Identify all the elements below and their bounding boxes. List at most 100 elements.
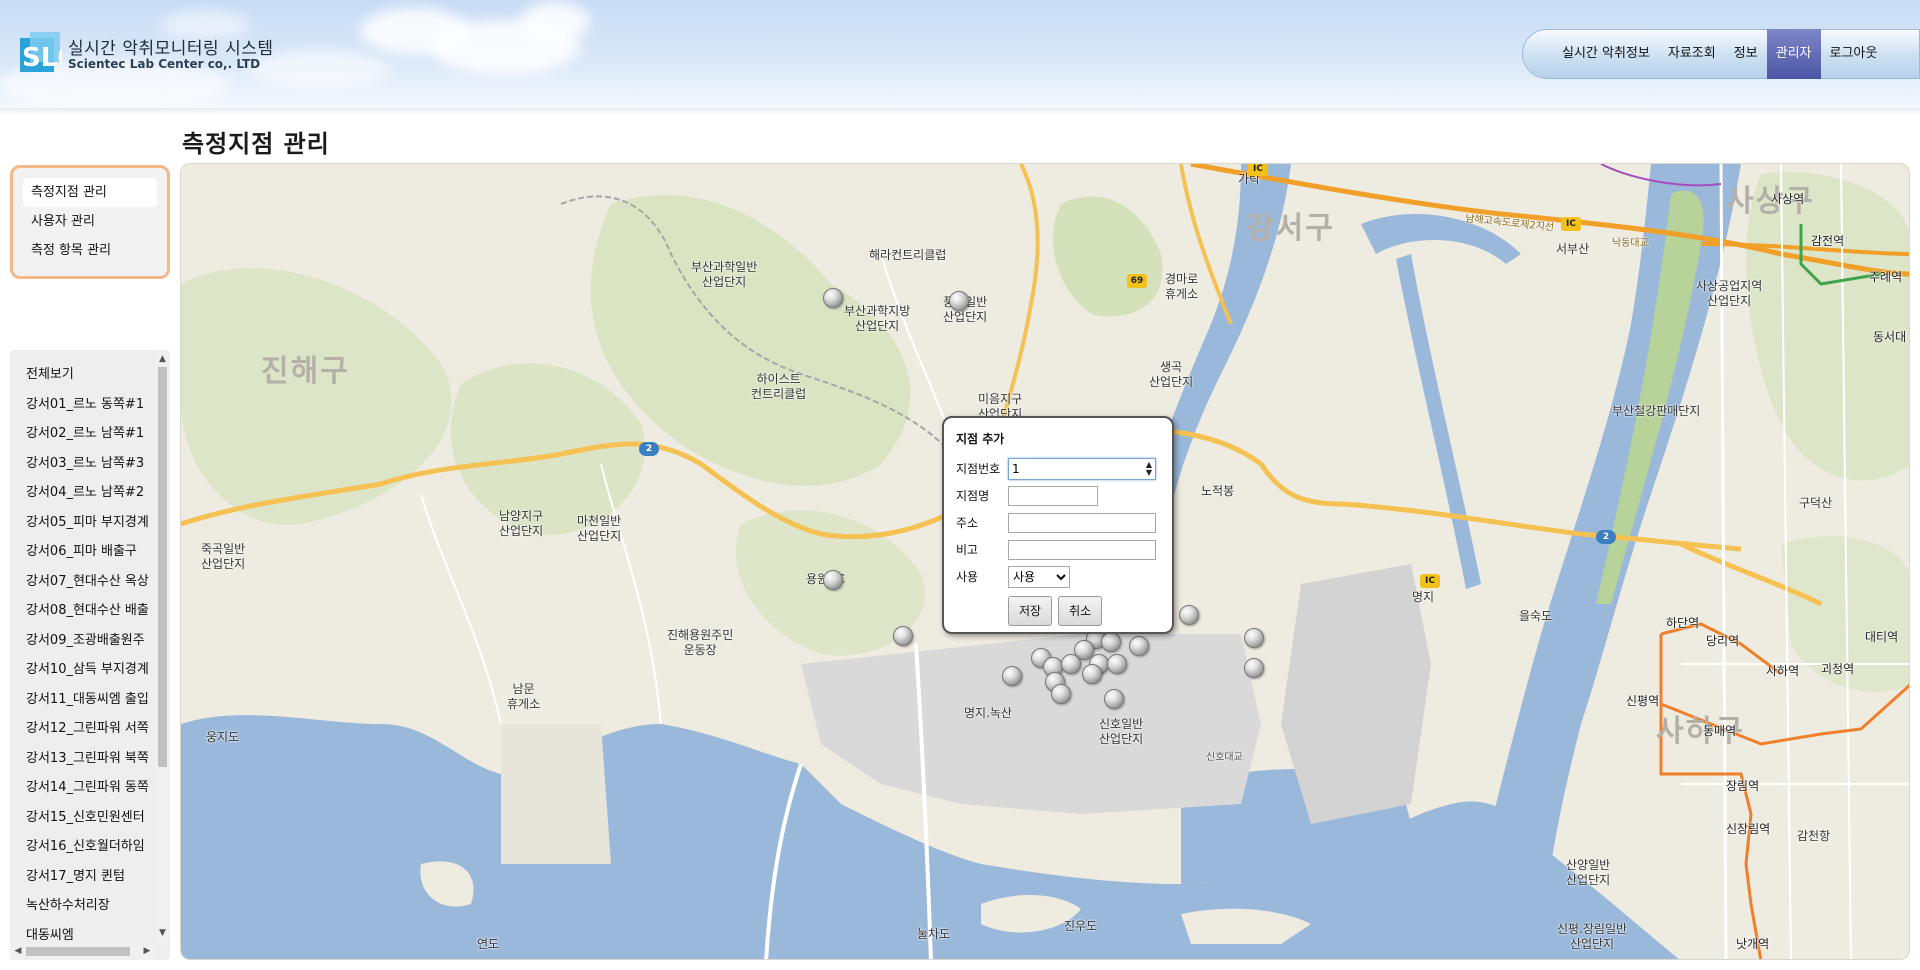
vscroll-thumb[interactable] xyxy=(158,367,167,767)
label-seobusan: 서부산 xyxy=(1556,242,1590,256)
station-marker[interactable] xyxy=(1002,666,1022,686)
station-item[interactable]: 강서02_르노 남쪽#1 xyxy=(10,419,154,449)
label-yeondo: 연도 xyxy=(477,937,500,951)
scroll-up-icon[interactable]: ▲ xyxy=(157,352,168,366)
station-item[interactable]: 강서13_그린파워 북쪽 xyxy=(10,744,154,774)
label-sanyang: 산양일반 산업단지 xyxy=(1566,858,1611,887)
station-sasang: 사상역 xyxy=(1771,192,1805,206)
station-no-input[interactable] xyxy=(1009,459,1135,478)
label-gudeoksan: 구덕산 xyxy=(1799,496,1833,510)
nav-info[interactable]: 정보 xyxy=(1725,29,1767,79)
label-gamcheon: 감천항 xyxy=(1797,829,1831,843)
address-label: 주소 xyxy=(956,516,979,530)
nav-data-query[interactable]: 자료조회 xyxy=(1659,29,1725,79)
label-haera-cc: 해라컨트리클럽 xyxy=(869,248,947,262)
station-item[interactable]: 강서16_신호월더하임 xyxy=(10,832,154,862)
station-marker[interactable] xyxy=(1244,658,1264,678)
station-marker[interactable] xyxy=(1179,605,1199,625)
station-name-input[interactable] xyxy=(1008,485,1098,506)
station-list-vscrollbar[interactable]: ▲ ▼ xyxy=(155,350,170,943)
station-goejeong: 괴정역 xyxy=(1821,662,1855,676)
station-marker[interactable] xyxy=(1082,664,1102,684)
station-item[interactable]: 강서03_르노 남쪽#3 xyxy=(10,449,154,479)
station-item[interactable]: 강서01_르노 동쪽#1 xyxy=(10,390,154,420)
label-gyeongma: 경마로 휴게소 xyxy=(1165,272,1199,301)
station-jangrim: 장림역 xyxy=(1726,779,1760,793)
menu-station-management[interactable]: 측정지점 관리 xyxy=(23,178,157,207)
station-item[interactable]: 강서14_그린파워 동쪽 xyxy=(10,773,154,803)
label-namyang: 남양지구 산업단지 xyxy=(499,509,544,538)
scroll-right-icon[interactable]: ▶ xyxy=(140,945,154,958)
address-input[interactable] xyxy=(1008,512,1156,533)
top-navigation: 실시간 악취정보 자료조회 정보 관리자 로그아웃 xyxy=(1522,29,1920,79)
save-button[interactable]: 저장 xyxy=(1008,596,1053,626)
app-subtitle: Scientec Lab Center co,. LTD xyxy=(68,57,261,71)
station-item[interactable]: 강서04_르노 남쪽#2 xyxy=(10,478,154,508)
route-2-sign-icon: 2 xyxy=(639,442,659,456)
header-divider xyxy=(0,108,1920,114)
station-marker[interactable] xyxy=(893,626,913,646)
route-2-sign-icon: 2 xyxy=(1596,530,1616,544)
label-myeongji-noksan: 명지.녹산 xyxy=(964,706,1012,720)
station-list-hscrollbar[interactable]: ◀ ▶ xyxy=(10,943,155,960)
station-marker[interactable] xyxy=(823,288,843,308)
label-saenggok: 생곡 산업단지 xyxy=(1149,360,1194,389)
station-natgae: 낫개역 xyxy=(1736,937,1770,951)
nav-realtime-odor[interactable]: 실시간 악취정보 xyxy=(1553,29,1659,79)
label-ungjido: 웅지도 xyxy=(206,730,240,744)
station-marker[interactable] xyxy=(1107,654,1127,674)
nav-logout[interactable]: 로그아웃 xyxy=(1821,29,1887,79)
app-title: 실시간 악취모니터링 시스템 xyxy=(68,39,274,59)
label-nojeokbong: 노적봉 xyxy=(1201,484,1235,498)
note-input[interactable] xyxy=(1008,539,1156,560)
station-no-stepper[interactable]: ▲▼ xyxy=(1008,457,1156,480)
logo: SLC xyxy=(20,32,62,73)
station-marker[interactable] xyxy=(1244,628,1264,648)
station-daeti: 대티역 xyxy=(1865,630,1899,644)
nav-admin[interactable]: 관리자 xyxy=(1766,29,1821,79)
route-69-sign-icon: 69 xyxy=(1127,274,1147,288)
add-station-dialog: 지점 추가 지점번호 ▲▼ 지점명 주소 비고 사용 사용 저장 취소 xyxy=(942,416,1174,634)
station-marker[interactable] xyxy=(1101,632,1121,652)
station-item[interactable]: 강서09_조광배출원주 xyxy=(10,626,154,656)
station-item[interactable]: 강서17_명지 퀸텀 xyxy=(10,862,154,892)
station-marker[interactable] xyxy=(1129,636,1149,656)
station-marker[interactable] xyxy=(1104,689,1124,709)
spinner-arrows-icon[interactable]: ▲ ▼ xyxy=(1146,460,1152,477)
station-list: 전체보기 강서01_르노 동쪽#1 강서02_르노 남쪽#1 강서03_르노 남… xyxy=(10,350,170,960)
station-gamjeon: 감전역 xyxy=(1811,234,1845,248)
station-marker[interactable] xyxy=(949,291,969,311)
station-item[interactable]: 강서15_신호민원센터 xyxy=(10,803,154,833)
station-item[interactable]: 강서05_피마 부지경계 xyxy=(10,508,154,538)
station-marker[interactable] xyxy=(1061,654,1081,674)
ic-sign-icon: IC xyxy=(1420,574,1440,588)
label-macheon: 마천일반 산업단지 xyxy=(577,514,622,543)
station-item[interactable]: 강서12_그린파워 서쪽 xyxy=(10,714,154,744)
scroll-left-icon[interactable]: ◀ xyxy=(11,945,25,958)
cancel-button[interactable]: 취소 xyxy=(1058,596,1103,626)
scroll-down-icon[interactable]: ▼ xyxy=(157,926,168,940)
station-no-label: 지점번호 xyxy=(956,462,1001,476)
station-item[interactable]: 녹산하수처리장 xyxy=(10,891,154,921)
station-item[interactable]: 강서08_현대수산 배출 xyxy=(10,596,154,626)
station-item[interactable]: 강서10_삼득 부지경계 xyxy=(10,655,154,685)
hscroll-thumb[interactable] xyxy=(26,947,130,956)
menu-measure-item-management[interactable]: 측정 항목 관리 xyxy=(23,236,157,265)
station-marker[interactable] xyxy=(1051,684,1071,704)
station-item[interactable]: 강서06_피마 배출구 xyxy=(10,537,154,567)
use-select[interactable]: 사용 xyxy=(1008,565,1070,588)
station-dongseo: 동서대 xyxy=(1873,330,1907,344)
station-name-label: 지점명 xyxy=(956,489,990,503)
station-marker[interactable] xyxy=(823,570,843,590)
station-dangni: 당리역 xyxy=(1706,634,1740,648)
station-item[interactable]: 대동씨엠 xyxy=(10,921,154,941)
station-sinpyeong: 신평역 xyxy=(1626,694,1660,708)
admin-menu: 측정지점 관리 사용자 관리 측정 항목 관리 xyxy=(10,165,170,279)
station-item[interactable]: 강서07_현대수산 옥상 xyxy=(10,567,154,597)
label-science-park: 부산과학일반 산업단지 xyxy=(691,260,758,289)
menu-user-management[interactable]: 사용자 관리 xyxy=(23,207,157,236)
station-jurye: 주례역 xyxy=(1869,270,1903,284)
label-jukgok: 죽곡일반 산업단지 xyxy=(201,542,246,571)
station-all[interactable]: 전체보기 xyxy=(10,360,154,390)
station-item[interactable]: 강서11_대동씨엠 출입 xyxy=(10,685,154,715)
